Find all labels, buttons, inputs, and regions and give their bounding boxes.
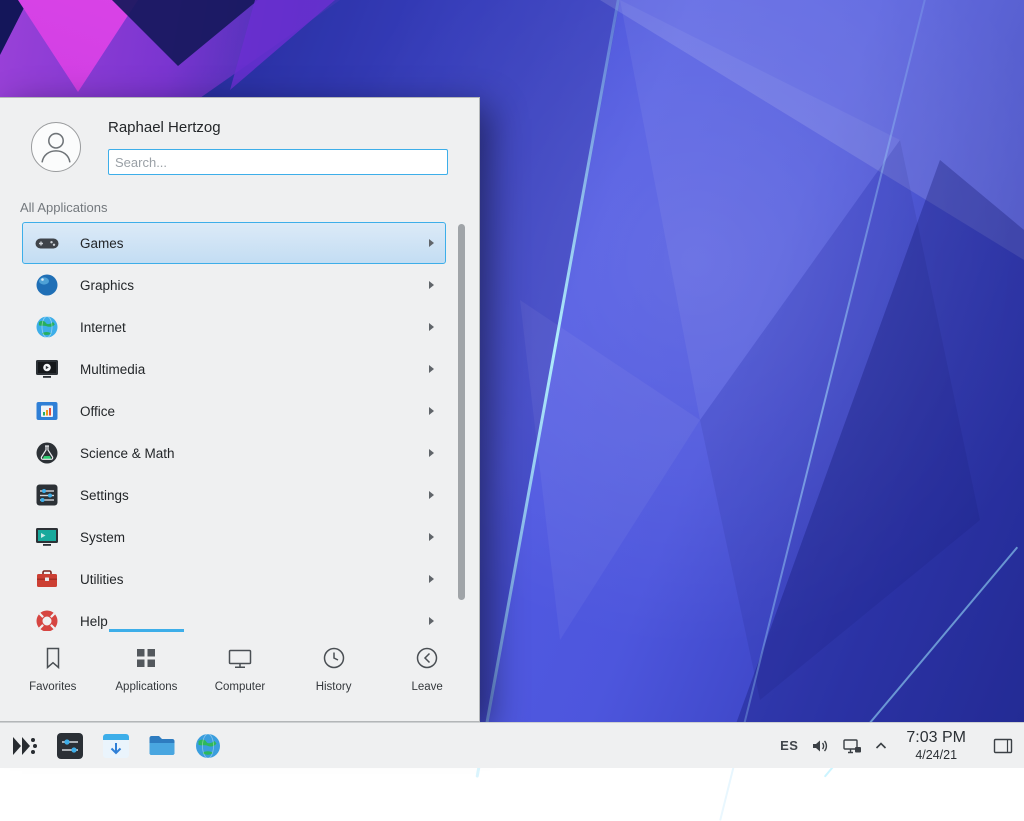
settings-icon — [34, 482, 60, 508]
taskbar-left — [0, 730, 224, 762]
chevron-right-icon — [429, 365, 434, 373]
multimedia-icon — [34, 356, 60, 382]
science-icon — [34, 440, 60, 466]
network-icon[interactable] — [842, 736, 862, 756]
help-icon — [34, 608, 60, 631]
settings-app-icon — [55, 731, 85, 761]
chevron-right-icon — [429, 281, 434, 289]
file-manager-icon — [147, 731, 177, 761]
category-internet[interactable]: Internet — [22, 306, 446, 348]
section-label: All Applications — [20, 200, 107, 215]
chevron-right-icon — [429, 617, 434, 625]
utilities-icon — [34, 566, 60, 592]
launcher-header: Raphael Hertzog — [0, 98, 479, 190]
category-system[interactable]: System — [22, 516, 446, 558]
category-science-math[interactable]: Science & Math — [22, 432, 446, 474]
show-desktop-icon — [992, 735, 1014, 757]
tab-computer[interactable]: Computer — [193, 629, 287, 721]
category-label: System — [80, 530, 125, 545]
bookmark-icon — [39, 644, 67, 672]
graphics-icon — [34, 272, 60, 298]
category-label: Science & Math — [80, 446, 175, 461]
search-input[interactable] — [108, 149, 448, 175]
show-desktop-button[interactable] — [990, 733, 1016, 759]
pinned-browser-app[interactable] — [192, 730, 224, 762]
list-scrollbar[interactable] — [458, 224, 465, 624]
category-utilities[interactable]: Utilities — [22, 558, 446, 600]
chevron-right-icon — [429, 449, 434, 457]
category-list: Games Graphics Internet Multimedia — [0, 222, 480, 631]
pinned-discover-app[interactable] — [100, 730, 132, 762]
tab-label: Leave — [412, 681, 443, 693]
app-grid-icon — [132, 644, 160, 672]
tab-history[interactable]: History — [287, 629, 381, 721]
scrollbar-thumb[interactable] — [458, 224, 465, 600]
keyboard-layout-indicator[interactable]: ES — [780, 738, 798, 753]
user-icon — [32, 123, 80, 171]
category-label: Help — [80, 614, 108, 629]
pinned-file-manager-app[interactable] — [146, 730, 178, 762]
chevron-right-icon — [429, 323, 434, 331]
app-launcher-button[interactable] — [8, 730, 40, 762]
taskbar: ES 7:03 PM 4/24/21 — [0, 722, 1024, 768]
category-graphics[interactable]: Graphics — [22, 264, 446, 306]
browser-icon — [193, 731, 223, 761]
pinned-settings-app[interactable] — [54, 730, 86, 762]
system-icon — [34, 524, 60, 550]
category-multimedia[interactable]: Multimedia — [22, 348, 446, 390]
category-office[interactable]: Office — [22, 390, 446, 432]
chevron-right-icon — [429, 575, 434, 583]
category-games[interactable]: Games — [22, 222, 446, 264]
category-help[interactable]: Help — [22, 600, 446, 631]
category-settings[interactable]: Settings — [22, 474, 446, 516]
category-label: Games — [80, 236, 124, 251]
category-label: Multimedia — [80, 362, 145, 377]
tab-applications[interactable]: Applications — [100, 629, 194, 721]
chevron-right-icon — [429, 239, 434, 247]
digital-clock[interactable]: 7:03 PM 4/24/21 — [906, 728, 966, 764]
chevron-right-icon — [429, 407, 434, 415]
tab-leave[interactable]: Leave — [380, 629, 474, 721]
chevron-right-icon — [429, 491, 434, 499]
tab-label: History — [316, 681, 352, 693]
category-label: Settings — [80, 488, 129, 503]
chevron-right-icon — [429, 533, 434, 541]
system-tray: ES 7:03 PM 4/24/21 — [780, 728, 1024, 764]
launcher-tab-bar: Favorites Applications Computer History … — [0, 629, 480, 721]
category-label: Internet — [80, 320, 126, 335]
category-label: Graphics — [80, 278, 134, 293]
application-launcher-menu: Raphael Hertzog All Applications Games G… — [0, 97, 480, 722]
category-label: Utilities — [80, 572, 124, 587]
computer-icon — [226, 644, 254, 672]
expand-tray-icon[interactable] — [874, 739, 888, 753]
tab-favorites[interactable]: Favorites — [6, 629, 100, 721]
office-icon — [34, 398, 60, 424]
category-label: Office — [80, 404, 115, 419]
internet-icon — [34, 314, 60, 340]
leave-icon — [413, 644, 441, 672]
clock-time: 7:03 PM — [906, 728, 966, 748]
tab-label: Applications — [115, 681, 177, 693]
history-clock-icon — [320, 644, 348, 672]
volume-icon[interactable] — [810, 736, 830, 756]
app-launcher-icon — [9, 731, 39, 761]
tab-label: Favorites — [29, 681, 76, 693]
user-name: Raphael Hertzog — [108, 119, 221, 136]
user-avatar — [31, 122, 81, 172]
games-icon — [34, 230, 60, 256]
discover-icon — [101, 731, 131, 761]
tab-label: Computer — [215, 681, 266, 693]
clock-date: 4/24/21 — [906, 748, 966, 764]
